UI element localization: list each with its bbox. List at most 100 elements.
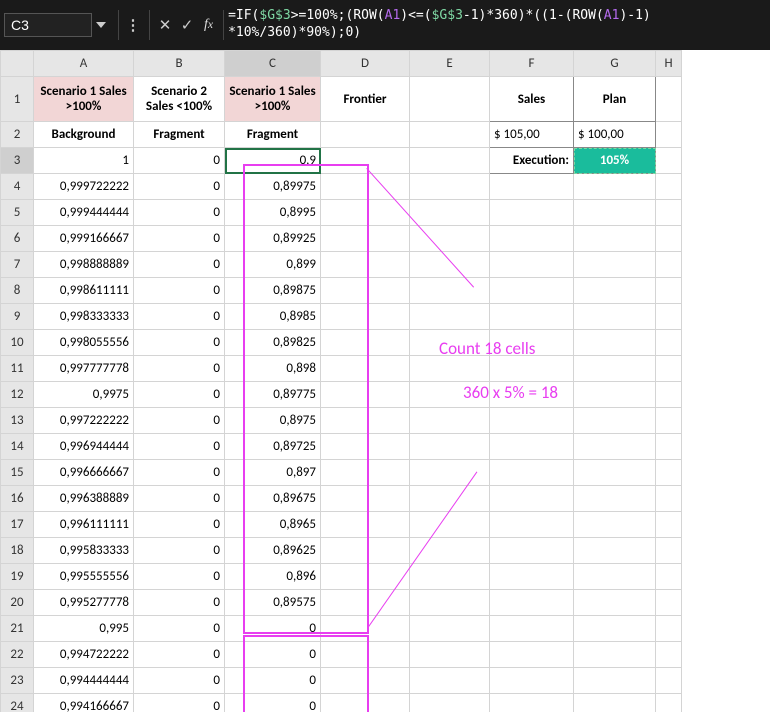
- cell-D20[interactable]: [321, 590, 410, 616]
- cell-B16[interactable]: 0: [134, 486, 225, 512]
- row-header[interactable]: 20: [1, 590, 34, 616]
- cell-F19[interactable]: [490, 564, 574, 590]
- cell-E18[interactable]: [410, 538, 490, 564]
- cell-E5[interactable]: [410, 200, 490, 226]
- cell-D11[interactable]: [321, 356, 410, 382]
- col-header-D[interactable]: D: [321, 51, 410, 77]
- cell-D22[interactable]: [321, 642, 410, 668]
- cell-D23[interactable]: [321, 668, 410, 694]
- cell-H13[interactable]: [656, 408, 682, 434]
- cell-H4[interactable]: [656, 174, 682, 200]
- cell-A17[interactable]: 0,996111111: [34, 512, 134, 538]
- cell-F22[interactable]: [490, 642, 574, 668]
- row-header[interactable]: 11: [1, 356, 34, 382]
- cell-E8[interactable]: [410, 278, 490, 304]
- cell-B8[interactable]: 0: [134, 278, 225, 304]
- row-header[interactable]: 8: [1, 278, 34, 304]
- cell-H17[interactable]: [656, 512, 682, 538]
- cell-F7[interactable]: [490, 252, 574, 278]
- cell-E4[interactable]: [410, 174, 490, 200]
- cell-H15[interactable]: [656, 460, 682, 486]
- select-all[interactable]: [1, 51, 34, 77]
- cell-C7[interactable]: 0,899: [225, 252, 321, 278]
- cell-G23[interactable]: [574, 668, 656, 694]
- cell-E1[interactable]: [410, 77, 490, 122]
- cell-A11[interactable]: 0,997777778: [34, 356, 134, 382]
- cell-F4[interactable]: [490, 174, 574, 200]
- row-header[interactable]: 4: [1, 174, 34, 200]
- cell-B18[interactable]: 0: [134, 538, 225, 564]
- row-header[interactable]: 16: [1, 486, 34, 512]
- cell-H3[interactable]: [656, 148, 682, 174]
- row-header[interactable]: 13: [1, 408, 34, 434]
- cell-G15[interactable]: [574, 460, 656, 486]
- cell-F10[interactable]: [490, 330, 574, 356]
- cell-F20[interactable]: [490, 590, 574, 616]
- cell-G12[interactable]: [574, 382, 656, 408]
- cell-D17[interactable]: [321, 512, 410, 538]
- row-header[interactable]: 3: [1, 148, 34, 174]
- row-header[interactable]: 10: [1, 330, 34, 356]
- cell-E20[interactable]: [410, 590, 490, 616]
- cell-F3[interactable]: Execution:: [490, 148, 574, 174]
- cell-A6[interactable]: 0,999166667: [34, 226, 134, 252]
- row-header[interactable]: 18: [1, 538, 34, 564]
- cell-B21[interactable]: 0: [134, 616, 225, 642]
- cell-A12[interactable]: 0,9975: [34, 382, 134, 408]
- cell-D13[interactable]: [321, 408, 410, 434]
- cell-D16[interactable]: [321, 486, 410, 512]
- cell-G7[interactable]: [574, 252, 656, 278]
- cell-D12[interactable]: [321, 382, 410, 408]
- cell-D18[interactable]: [321, 538, 410, 564]
- row-header[interactable]: 21: [1, 616, 34, 642]
- row-header[interactable]: 23: [1, 668, 34, 694]
- row-header[interactable]: 5: [1, 200, 34, 226]
- cell-G4[interactable]: [574, 174, 656, 200]
- cell-G18[interactable]: [574, 538, 656, 564]
- cell-E12[interactable]: [410, 382, 490, 408]
- cell-H22[interactable]: [656, 642, 682, 668]
- cell-A2[interactable]: Background: [34, 122, 134, 148]
- cell-D24[interactable]: [321, 694, 410, 712]
- cell-H10[interactable]: [656, 330, 682, 356]
- cell-H12[interactable]: [656, 382, 682, 408]
- cell-C5[interactable]: 0,8995: [225, 200, 321, 226]
- cell-C19[interactable]: 0,896: [225, 564, 321, 590]
- cell-C8[interactable]: 0,89875: [225, 278, 321, 304]
- cell-E10[interactable]: [410, 330, 490, 356]
- cell-H24[interactable]: [656, 694, 682, 712]
- cell-D9[interactable]: [321, 304, 410, 330]
- cell-A5[interactable]: 0,999444444: [34, 200, 134, 226]
- spreadsheet-grid[interactable]: A B C D E F G H 1 Scenario 1 Sales >100%…: [0, 50, 770, 712]
- col-header-G[interactable]: G: [574, 51, 656, 77]
- more-icon[interactable]: ⋮: [123, 16, 145, 35]
- col-header-C[interactable]: C: [225, 51, 321, 77]
- cell-E3[interactable]: [410, 148, 490, 174]
- cell-F18[interactable]: [490, 538, 574, 564]
- cell-G19[interactable]: [574, 564, 656, 590]
- cell-H14[interactable]: [656, 434, 682, 460]
- row-header[interactable]: 22: [1, 642, 34, 668]
- col-header-H[interactable]: H: [656, 51, 682, 77]
- cell-G14[interactable]: [574, 434, 656, 460]
- cell-A3[interactable]: 1: [34, 148, 134, 174]
- cell-B5[interactable]: 0: [134, 200, 225, 226]
- cell-C15[interactable]: 0,897: [225, 460, 321, 486]
- cell-B1[interactable]: Scenario 2 Sales <100%: [134, 77, 225, 122]
- cell-G20[interactable]: [574, 590, 656, 616]
- cell-C3[interactable]: 0,9: [225, 148, 321, 174]
- cell-B12[interactable]: 0: [134, 382, 225, 408]
- cell-C9[interactable]: 0,8985: [225, 304, 321, 330]
- cell-H21[interactable]: [656, 616, 682, 642]
- row-header[interactable]: 14: [1, 434, 34, 460]
- row-header[interactable]: 1: [1, 77, 34, 122]
- cell-E11[interactable]: [410, 356, 490, 382]
- cell-C14[interactable]: 0,89725: [225, 434, 321, 460]
- cell-C4[interactable]: 0,89975: [225, 174, 321, 200]
- cell-G10[interactable]: [574, 330, 656, 356]
- cell-H9[interactable]: [656, 304, 682, 330]
- cell-A7[interactable]: 0,998888889: [34, 252, 134, 278]
- cell-A20[interactable]: 0,995277778: [34, 590, 134, 616]
- cell-G17[interactable]: [574, 512, 656, 538]
- cell-A24[interactable]: 0,994166667: [34, 694, 134, 712]
